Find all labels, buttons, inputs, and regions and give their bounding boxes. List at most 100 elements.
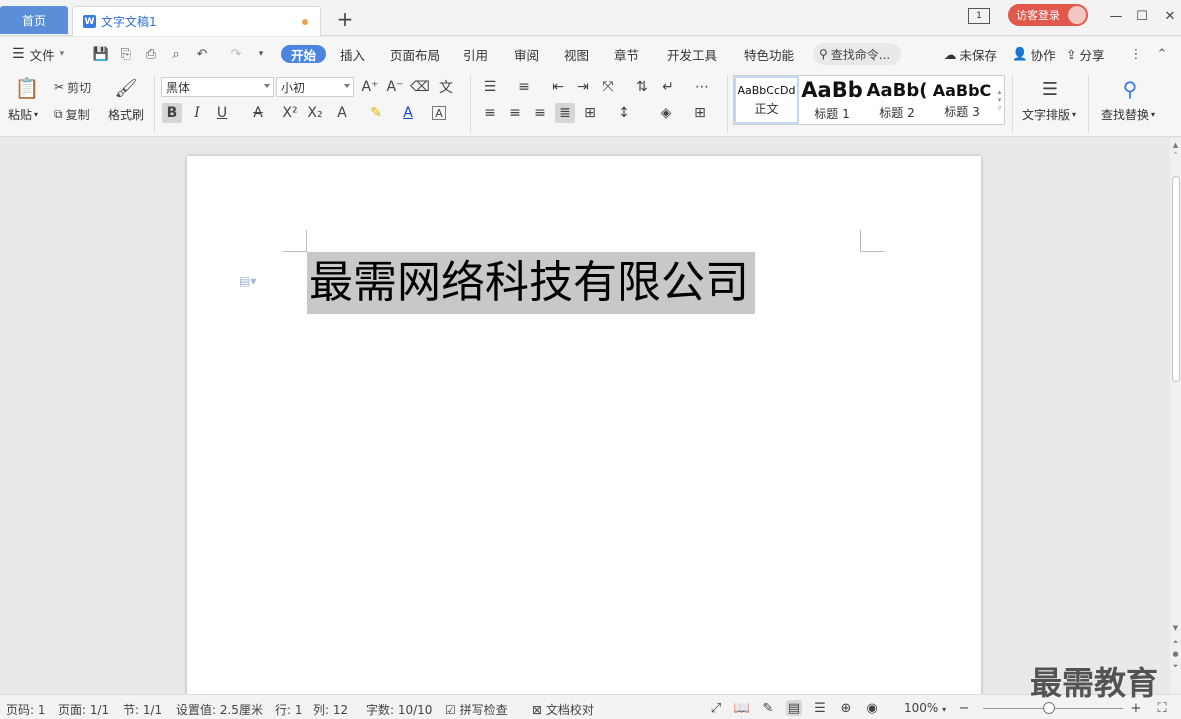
justify-icon[interactable]: ≣ <box>555 103 575 123</box>
chinese-layout-icon[interactable]: ⤧ <box>598 77 618 97</box>
menu-tab-special[interactable]: 特色功能 <box>744 45 794 63</box>
guest-login-button[interactable]: 访客登录 <box>1008 4 1088 26</box>
export-pdf-icon[interactable]: ⎘ <box>118 47 134 62</box>
style-normal[interactable]: AaBbCcDd 正文 <box>734 76 799 124</box>
font-size-select[interactable]: 小初 <box>276 77 354 97</box>
print-preview-icon[interactable]: ⌕ <box>168 47 184 62</box>
phonetic-guide-icon[interactable]: 文 <box>436 77 456 97</box>
find-replace-button[interactable]: 查找替换 ▾ <box>1101 106 1155 122</box>
paragraph-handle-icon[interactable]: ▤▾ <box>239 274 256 288</box>
page-number[interactable]: 页码: 1 <box>6 701 46 718</box>
section-count[interactable]: 节: 1/1 <box>123 701 162 718</box>
shading-icon[interactable]: ◈ <box>656 103 676 123</box>
share-button[interactable]: ⇪ 分享 <box>1066 45 1105 63</box>
fullscreen-icon[interactable]: ⤢ <box>708 700 724 716</box>
style-heading-3[interactable]: AaBbC 标题 3 <box>930 76 994 124</box>
next-page-icon[interactable]: ⏷ <box>1171 662 1180 670</box>
line-spacing-icon[interactable]: ↕ <box>614 103 634 123</box>
document-page[interactable]: ▤▾ 最需网络科技有限公司 <box>187 156 981 716</box>
show-marks-icon[interactable]: ↵ <box>658 77 678 97</box>
column-number[interactable]: 列: 12 <box>313 701 348 718</box>
decrease-indent-icon[interactable]: ⇤ <box>548 77 568 97</box>
web-view-icon[interactable]: ⊕ <box>838 700 854 716</box>
subscript-icon[interactable]: X₂ <box>305 103 325 123</box>
numbered-list-icon[interactable]: ≡ <box>514 77 534 97</box>
superscript-icon[interactable]: X² <box>280 103 300 123</box>
font-name-select[interactable]: 黑体 <box>161 77 274 97</box>
bold-button[interactable]: B <box>162 103 182 123</box>
save-icon[interactable]: 💾 <box>93 47 109 62</box>
format-painter-button[interactable]: 格式刷 <box>108 106 144 122</box>
bullet-list-icon[interactable]: ☰ <box>480 77 500 97</box>
row-number[interactable]: 行: 1 <box>275 701 303 718</box>
customize-toolbar-icon[interactable]: ▾ <box>253 47 269 61</box>
distribute-icon[interactable]: ⊞ <box>580 103 600 123</box>
window-layout-button[interactable]: 1 <box>968 8 990 24</box>
select-browse-icon[interactable]: ● <box>1171 650 1180 658</box>
collapse-ribbon-icon[interactable]: ⌃ <box>1154 47 1170 62</box>
redo-icon[interactable]: ↷ <box>228 47 244 62</box>
italic-button[interactable]: I <box>187 103 207 123</box>
menu-tab-chapter[interactable]: 章节 <box>614 45 639 63</box>
menu-tab-insert[interactable]: 插入 <box>340 45 365 63</box>
underline-button[interactable]: U <box>212 103 232 123</box>
more-options-icon[interactable]: ⋮ <box>1128 47 1144 62</box>
strikethrough-icon[interactable]: A <box>248 103 268 123</box>
edit-mode-icon[interactable]: ✎ <box>760 700 776 716</box>
format-painter-icon[interactable]: 🖌 <box>114 75 138 101</box>
magnifier-icon[interactable]: ⚲ <box>1116 76 1144 102</box>
style-heading-2[interactable]: AaBb( 标题 2 <box>865 76 929 124</box>
increase-indent-icon[interactable]: ⇥ <box>573 77 593 97</box>
menu-tab-references[interactable]: 引用 <box>463 45 488 63</box>
tab-document[interactable]: W 文字文稿1 <box>72 6 321 36</box>
copy-button[interactable]: ⧉ 复制 <box>54 105 90 123</box>
font-color-icon[interactable]: A <box>398 103 418 123</box>
style-heading-1[interactable]: AaBb 标题 1 <box>800 76 864 124</box>
align-left-icon[interactable]: ≡ <box>480 103 500 123</box>
styles-scroll-icon[interactable]: ▴ ▾ ▿ <box>995 76 1004 124</box>
text-effect-icon[interactable]: A <box>332 103 352 123</box>
shrink-font-icon[interactable]: A⁻ <box>385 77 405 97</box>
eye-protection-icon[interactable]: ◉ <box>864 700 880 716</box>
close-button[interactable]: ✕ <box>1158 6 1181 26</box>
reading-mode-icon[interactable]: 📖 <box>734 700 750 716</box>
spell-check-button[interactable]: ☑ 拼写检查 <box>445 701 508 718</box>
new-tab-button[interactable]: + <box>334 7 356 31</box>
text-layout-icon[interactable]: ☰ <box>1036 76 1064 102</box>
sort-icon[interactable]: ⇅ <box>632 77 652 97</box>
word-count[interactable]: 字数: 10/10 <box>366 701 432 718</box>
minimize-button[interactable]: — <box>1104 6 1128 26</box>
command-search[interactable]: ⚲ 查找命令... <box>813 43 901 65</box>
paste-button[interactable]: 粘贴 ▾ <box>8 106 38 122</box>
text-layout-button[interactable]: 文字排版 ▾ <box>1022 106 1076 122</box>
clear-format-icon[interactable]: ⌫ <box>410 77 430 97</box>
file-menu[interactable]: ☰ 文件 ▾ <box>12 45 64 63</box>
zoom-out-icon[interactable]: − <box>956 700 972 716</box>
align-right-icon[interactable]: ≡ <box>530 103 550 123</box>
prev-page-icon[interactable]: ⏶ <box>1171 638 1180 646</box>
tab-home[interactable]: 首页 <box>0 6 68 34</box>
unsaved-button[interactable]: ☁ 未保存 <box>944 45 997 63</box>
undo-icon[interactable]: ↶ <box>194 47 210 62</box>
vertical-scrollbar[interactable]: ▲ ⌃ ▼ ⏶ ● ⏷ <box>1170 138 1181 694</box>
outline-view-icon[interactable]: ☰ <box>812 700 828 716</box>
menu-tab-developer[interactable]: 开发工具 <box>667 45 717 63</box>
grow-font-icon[interactable]: A⁺ <box>360 77 380 97</box>
selected-text[interactable]: 最需网络科技有限公司 <box>307 252 755 314</box>
maximize-button[interactable]: ☐ <box>1130 6 1154 26</box>
menu-tab-review[interactable]: 审阅 <box>514 45 539 63</box>
paste-icon[interactable]: 📋 <box>14 75 40 101</box>
char-border-icon[interactable]: A <box>432 106 446 120</box>
setting-value[interactable]: 设置值: 2.5厘米 <box>176 701 263 718</box>
page-view-icon[interactable]: ▤ <box>786 700 802 716</box>
highlight-icon[interactable]: ✎ <box>366 103 386 123</box>
menu-tab-home[interactable]: 开始 <box>281 45 327 63</box>
zoom-level[interactable]: 100% ▾ <box>904 701 946 715</box>
borders-icon[interactable]: ⊞ <box>690 103 710 123</box>
collaborate-button[interactable]: 👤 协作 <box>1012 45 1056 63</box>
menu-tab-page-layout[interactable]: 页面布局 <box>390 45 440 63</box>
scroll-thumb[interactable] <box>1172 176 1180 382</box>
scroll-up-icon[interactable]: ▲ <box>1171 141 1180 149</box>
menu-tab-view[interactable]: 视图 <box>564 45 589 63</box>
tab-stops-icon[interactable]: ⋯ <box>692 77 712 97</box>
